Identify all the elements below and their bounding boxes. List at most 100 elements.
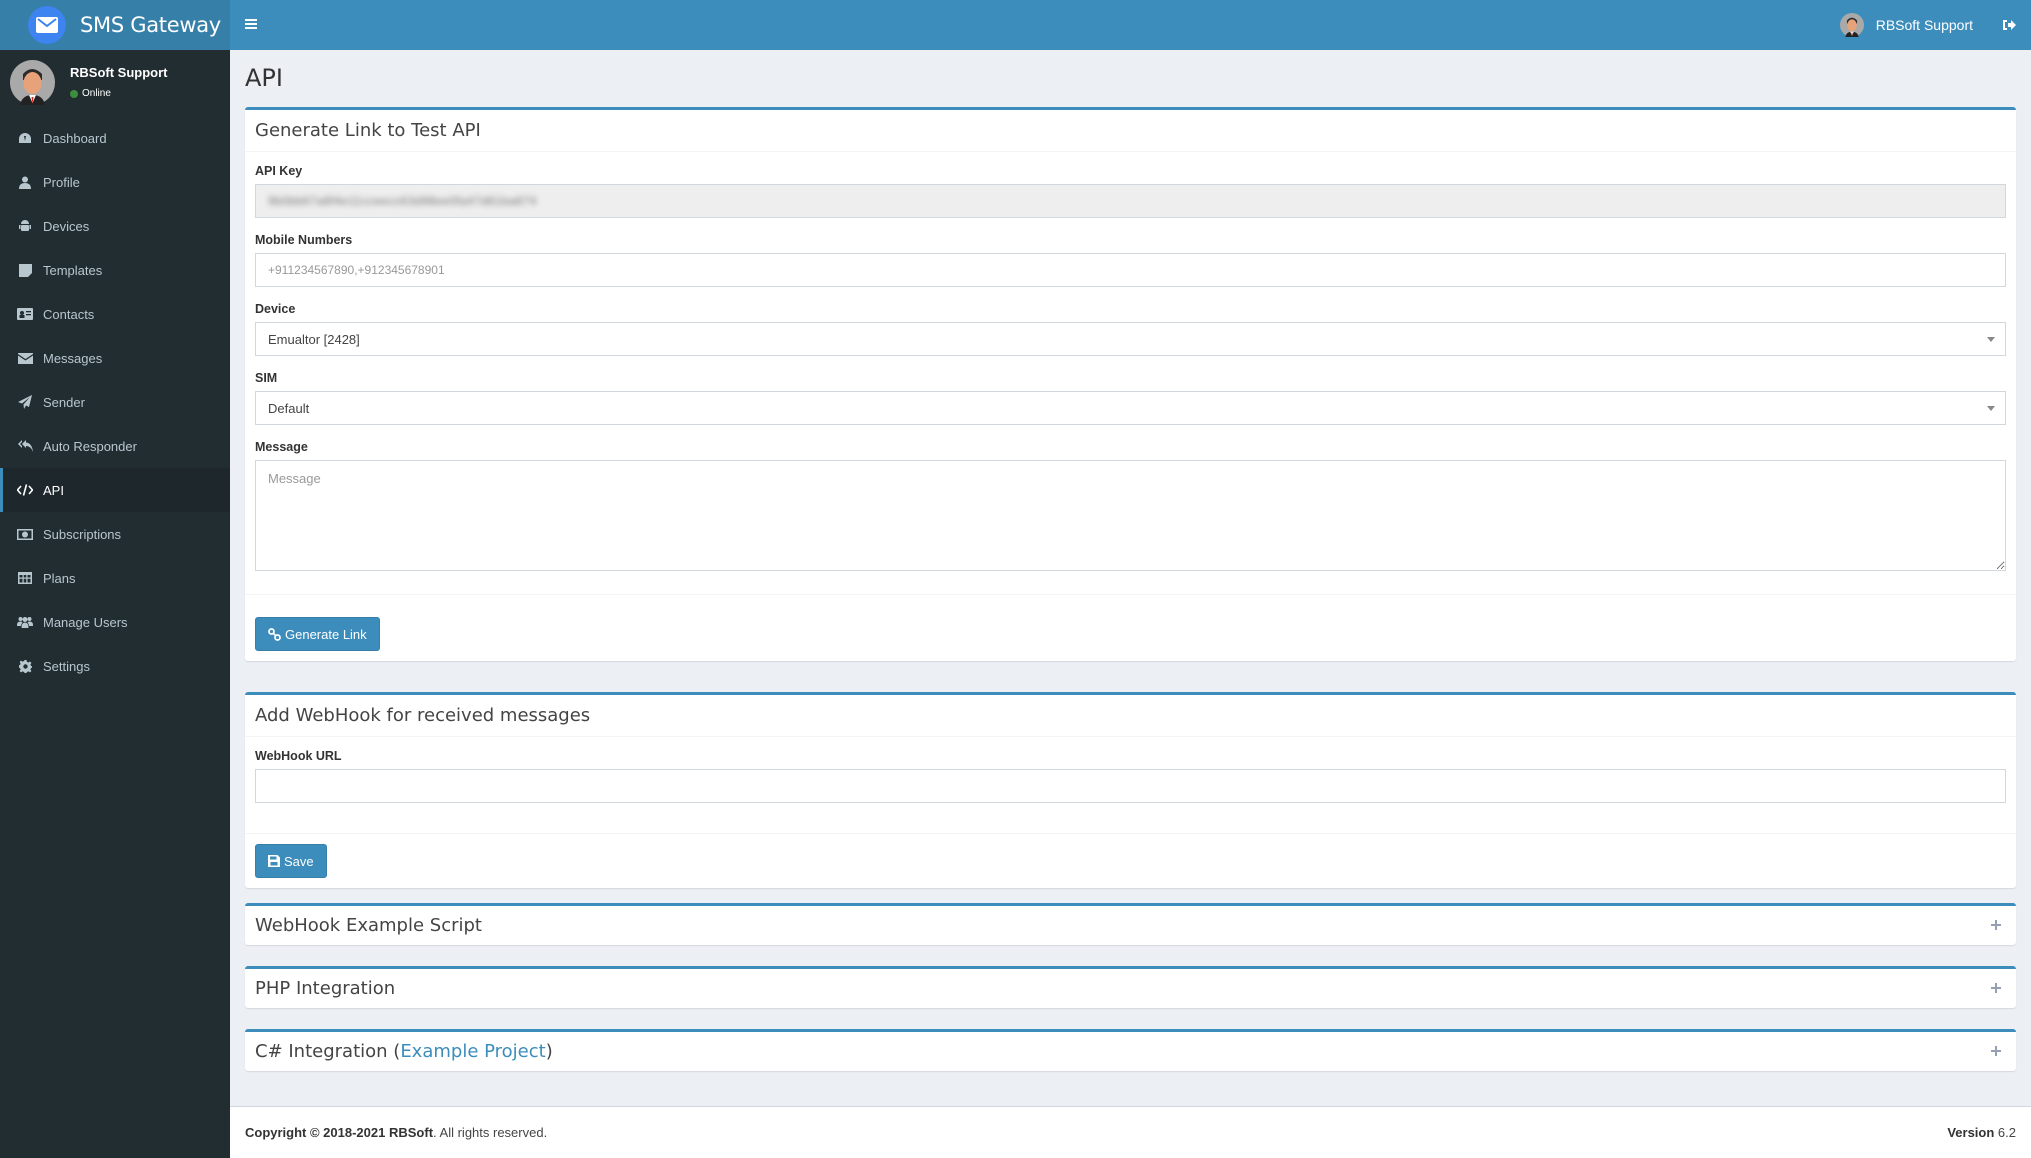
- webhook-url-label: WebHook URL: [255, 749, 342, 763]
- mobile-numbers-label: Mobile Numbers: [255, 233, 353, 247]
- message-label: Message: [255, 440, 308, 454]
- online-status-icon: [70, 89, 78, 98]
- sidebar-item-label: Settings: [43, 658, 90, 674]
- rights-text: . All rights reserved.: [433, 1125, 548, 1140]
- version-value: 6.2: [1997, 1125, 2016, 1140]
- sidebar-item-settings[interactable]: Settings: [0, 644, 230, 688]
- app-logo[interactable]: SMS Gateway: [0, 0, 230, 50]
- sidebar-item-label: Auto Responder: [43, 438, 137, 454]
- chevron-down-icon: [1987, 406, 1995, 411]
- copyright: Copyright © 2018-2021 RBSoft. All rights…: [245, 1125, 547, 1140]
- user-panel-name: RBSoft Support: [70, 65, 168, 80]
- android-icon: [17, 219, 33, 233]
- device-selected-value: Emualtor [2428]: [268, 331, 360, 347]
- user-name: RBSoft Support: [1875, 17, 1973, 33]
- user-status: Online: [70, 88, 111, 99]
- sidebar-item-contacts[interactable]: Contacts: [0, 292, 230, 336]
- sidebar-menu: Dashboard Profile Devices Templates Cont…: [0, 116, 230, 688]
- users-icon: [17, 615, 33, 629]
- copyright-text: Copyright © 2018-2021: [245, 1125, 386, 1140]
- sidebar-item-subscriptions[interactable]: Subscriptions: [0, 512, 230, 556]
- sidebar-item-label: Messages: [43, 350, 103, 366]
- api-key-field[interactable]: 9b0bb67a8f4e11cceecc63d98ee0fa47d81ba874: [255, 184, 2006, 218]
- link-icon: [268, 627, 281, 641]
- sim-selected-value: Default: [268, 400, 310, 416]
- expand-plus-icon[interactable]: [1988, 1043, 2004, 1059]
- version-label: Version: [1947, 1125, 1995, 1140]
- api-key-label: API Key: [255, 164, 303, 178]
- sidebar-item-messages[interactable]: Messages: [0, 336, 230, 380]
- sidebar-item-profile[interactable]: Profile: [0, 160, 230, 204]
- sim-label: SIM: [255, 371, 278, 385]
- sidebar-item-label: Templates: [43, 262, 103, 278]
- sidebar-item-label: Dashboard: [43, 130, 107, 146]
- box-title-suffix: ): [545, 1041, 553, 1062]
- sidebar-item-label: Subscriptions: [43, 526, 122, 542]
- sidebar-item-label: API: [43, 482, 64, 498]
- box-title-prefix: C# Integration (: [255, 1041, 401, 1062]
- page-title: API: [245, 64, 283, 92]
- top-navbar: RBSoft Support: [230, 0, 2031, 50]
- box-title: C# Integration (Example Project): [245, 1032, 2016, 1071]
- sidebar-item-label: Sender: [43, 394, 85, 410]
- paper-plane-icon: [17, 395, 33, 409]
- sidebar-item-manage-users[interactable]: Manage Users: [0, 600, 230, 644]
- sidebar-item-plans[interactable]: Plans: [0, 556, 230, 600]
- device-select[interactable]: Emualtor [2428]: [255, 322, 2006, 356]
- chevron-down-icon: [1987, 337, 1995, 342]
- message-textarea[interactable]: [255, 460, 2006, 571]
- sidebar-item-devices[interactable]: Devices: [0, 204, 230, 248]
- sidebar-item-auto-responder[interactable]: Auto Responder: [0, 424, 230, 468]
- sidebar: RBSoft Support Online Dashboard Profile …: [0, 50, 230, 1158]
- box-title: PHP Integration: [245, 969, 2016, 1008]
- sign-out-icon[interactable]: [2001, 17, 2017, 33]
- sidebar-item-api[interactable]: API: [0, 468, 230, 512]
- sidebar-item-label: Devices: [43, 218, 90, 234]
- user-avatar: [10, 60, 55, 105]
- expand-plus-icon[interactable]: [1988, 980, 2004, 996]
- box-title: Add WebHook for received messages: [245, 695, 2016, 737]
- user-menu[interactable]: RBSoft Support: [1839, 0, 1973, 50]
- sidebar-item-label: Manage Users: [43, 614, 128, 630]
- webhook-example-script-box[interactable]: WebHook Example Script: [245, 903, 2016, 945]
- user-icon: [17, 175, 33, 189]
- app-title: SMS Gateway: [80, 13, 221, 37]
- user-panel: RBSoft Support Online: [0, 50, 230, 116]
- user-status-label: Online: [82, 88, 111, 99]
- page-footer: Copyright © 2018-2021 RBSoft. All rights…: [230, 1106, 2031, 1158]
- api-key-value: 9b0bb67a8f4e11cceecc63d98ee0fa47d81ba874: [268, 194, 537, 208]
- box-title-text: WebHook Example Script: [255, 915, 482, 936]
- generate-link-box: Generate Link to Test API API Key 9b0bb6…: [245, 107, 2016, 661]
- box-title: Generate Link to Test API: [245, 110, 2016, 152]
- csharp-integration-box[interactable]: C# Integration (Example Project): [245, 1029, 2016, 1071]
- sidebar-item-label: Profile: [43, 174, 80, 190]
- company-link[interactable]: RBSoft: [389, 1125, 433, 1140]
- version: Version 6.2: [1947, 1125, 2016, 1140]
- sidebar-item-sender[interactable]: Sender: [0, 380, 230, 424]
- php-integration-box[interactable]: PHP Integration: [245, 966, 2016, 1008]
- mobile-numbers-input[interactable]: [255, 253, 2006, 287]
- table-icon: [17, 571, 33, 585]
- gear-icon: [17, 659, 33, 673]
- envelope-icon: [17, 351, 33, 365]
- user-avatar: [1839, 13, 1864, 37]
- webhook-box: Add WebHook for received messages WebHoo…: [245, 692, 2016, 888]
- sidebar-item-dashboard[interactable]: Dashboard: [0, 116, 230, 160]
- save-label: Save: [284, 853, 314, 869]
- example-project-link[interactable]: Example Project: [400, 1041, 545, 1062]
- address-card-icon: [17, 307, 33, 321]
- sticky-note-icon: [17, 263, 33, 277]
- money-icon: [17, 527, 33, 541]
- expand-plus-icon[interactable]: [1988, 917, 2004, 933]
- webhook-url-input[interactable]: [255, 769, 2006, 803]
- save-button[interactable]: Save: [255, 844, 327, 878]
- reply-all-icon: [17, 439, 33, 453]
- sidebar-item-label: Contacts: [43, 306, 95, 322]
- generate-link-button[interactable]: Generate Link: [255, 617, 380, 651]
- dashboard-icon: [17, 131, 33, 145]
- generate-link-label: Generate Link: [285, 626, 367, 642]
- sidebar-toggle-icon[interactable]: [245, 19, 257, 31]
- sidebar-item-label: Plans: [43, 570, 76, 586]
- sim-select[interactable]: Default: [255, 391, 2006, 425]
- sidebar-item-templates[interactable]: Templates: [0, 248, 230, 292]
